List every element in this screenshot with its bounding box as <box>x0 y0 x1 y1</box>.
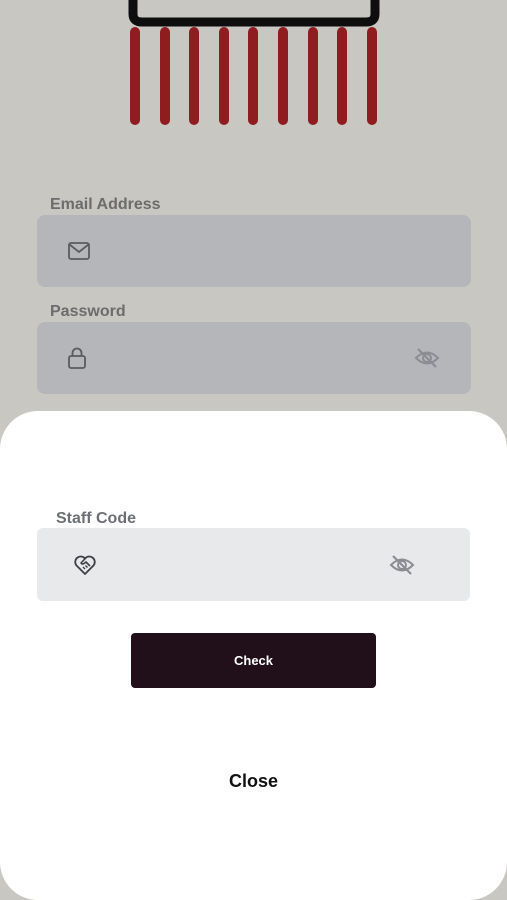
lock-icon <box>68 347 86 369</box>
comb-logo <box>128 0 380 125</box>
staff-code-modal: Staff Code Check Close <box>0 411 507 900</box>
email-label: Email Address <box>50 196 161 213</box>
staff-code-label: Staff Code <box>56 510 136 527</box>
heart-handshake-icon <box>74 555 96 575</box>
mail-icon <box>68 242 90 260</box>
close-button[interactable]: Close <box>0 771 507 792</box>
eye-off-icon[interactable] <box>389 554 415 576</box>
password-label: Password <box>50 303 126 320</box>
email-field[interactable] <box>37 215 471 287</box>
staff-code-field[interactable] <box>37 528 470 601</box>
eye-off-icon[interactable] <box>414 347 440 369</box>
check-button[interactable]: Check <box>131 633 376 688</box>
password-field[interactable] <box>37 322 471 394</box>
